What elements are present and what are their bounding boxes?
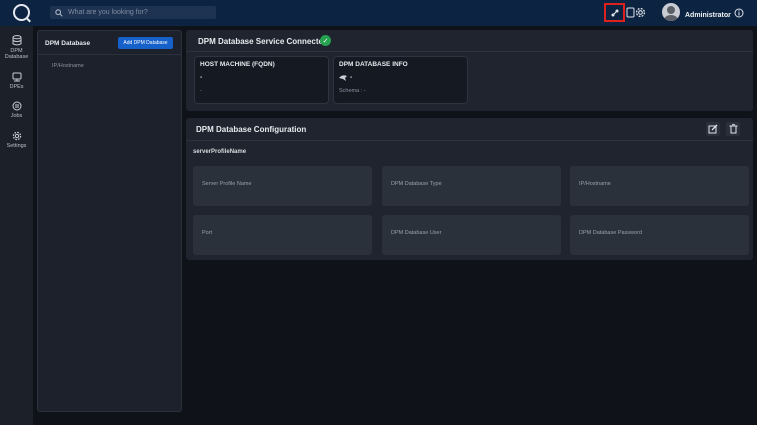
username-label[interactable]: Administrator xyxy=(685,12,731,19)
nav-item-dpes[interactable]: DPEs xyxy=(0,72,33,90)
database-info-card: DPM DATABASE INFO - Schema : - xyxy=(333,56,468,104)
database-type-field: DPM Database Type xyxy=(382,166,561,206)
check-circle-icon: ✓ xyxy=(320,35,331,46)
avatar[interactable] xyxy=(662,3,680,21)
nav-label-settings: Settings xyxy=(6,143,27,149)
database-schema: Schema : - xyxy=(339,88,366,94)
nav-label-jobs: Jobs xyxy=(10,113,23,119)
nav-item-dpm-database[interactable]: DPM Database xyxy=(0,35,33,60)
field-label: IP/Hostname xyxy=(579,181,611,187)
search-input[interactable]: What are you looking for? xyxy=(50,6,216,19)
server-profile-name-field: Server Profile Name xyxy=(193,166,372,206)
database-list-panel: DPM Database Add DPM Database IP/Hostnam… xyxy=(37,30,182,412)
divider xyxy=(38,54,181,55)
nav-item-jobs[interactable]: Jobs xyxy=(0,101,33,119)
add-dpm-database-button[interactable]: Add DPM Database xyxy=(118,37,173,49)
trash-icon xyxy=(729,124,737,134)
divider xyxy=(186,140,753,141)
server-icon xyxy=(12,72,21,82)
database-icon xyxy=(12,35,21,46)
database-password-field: DPM Database Password xyxy=(570,215,749,255)
nav-label-dpes: DPEs xyxy=(9,84,24,90)
settings-gear-icon[interactable] xyxy=(634,6,647,19)
host-machine-card: HOST MACHINE (FQDN) - - xyxy=(194,56,329,104)
field-label: Server Profile Name xyxy=(202,181,252,187)
gear-icon xyxy=(12,131,21,141)
server-profile-name-heading: serverProfileName xyxy=(193,149,247,155)
host-machine-sub: - xyxy=(200,88,202,94)
host-machine-title: HOST MACHINE (FQDN) xyxy=(200,61,275,68)
search-icon xyxy=(55,8,63,17)
column-header-ip-hostname: IP/Hostname xyxy=(52,63,84,69)
database-user-field: DPM Database User xyxy=(382,215,561,255)
list-panel-title: DPM Database xyxy=(45,40,91,47)
search-placeholder: What are you looking for? xyxy=(68,9,148,16)
info-icon[interactable] xyxy=(732,6,745,19)
ip-hostname-field: IP/Hostname xyxy=(570,166,749,206)
app-logo-icon[interactable] xyxy=(13,4,30,21)
field-label: DPM Database Password xyxy=(579,230,642,236)
configuration-title: DPM Database Configuration xyxy=(196,125,307,134)
edit-button[interactable] xyxy=(706,122,720,136)
chevron-down-icon[interactable]: ⌄ xyxy=(726,12,731,19)
connection-status-highlight xyxy=(604,3,625,22)
field-label: DPM Database Type xyxy=(391,181,442,187)
divider xyxy=(186,51,753,52)
field-label: DPM Database User xyxy=(391,230,442,236)
host-machine-value: - xyxy=(200,74,203,81)
database-type-icon xyxy=(339,74,347,83)
database-info-title: DPM DATABASE INFO xyxy=(339,61,408,68)
field-label: Port xyxy=(202,230,213,236)
nav-label-dpm-database: DPM Database xyxy=(4,48,29,60)
top-bar: What are you looking for? Administrator … xyxy=(0,0,757,26)
service-status-title: DPM Database Service Connected xyxy=(198,37,328,46)
edit-icon xyxy=(708,124,718,134)
database-info-value: - xyxy=(350,74,353,81)
service-status-panel: DPM Database Service Connected ✓ HOST MA… xyxy=(186,30,753,111)
delete-button[interactable] xyxy=(726,122,740,136)
nav-item-settings[interactable]: Settings xyxy=(0,131,33,149)
port-field: Port xyxy=(193,215,372,255)
left-nav: DPM Database DPEs Jobs Settings xyxy=(0,26,33,425)
jobs-icon xyxy=(12,101,21,111)
configuration-panel: DPM Database Configuration serverProfile… xyxy=(186,118,753,260)
